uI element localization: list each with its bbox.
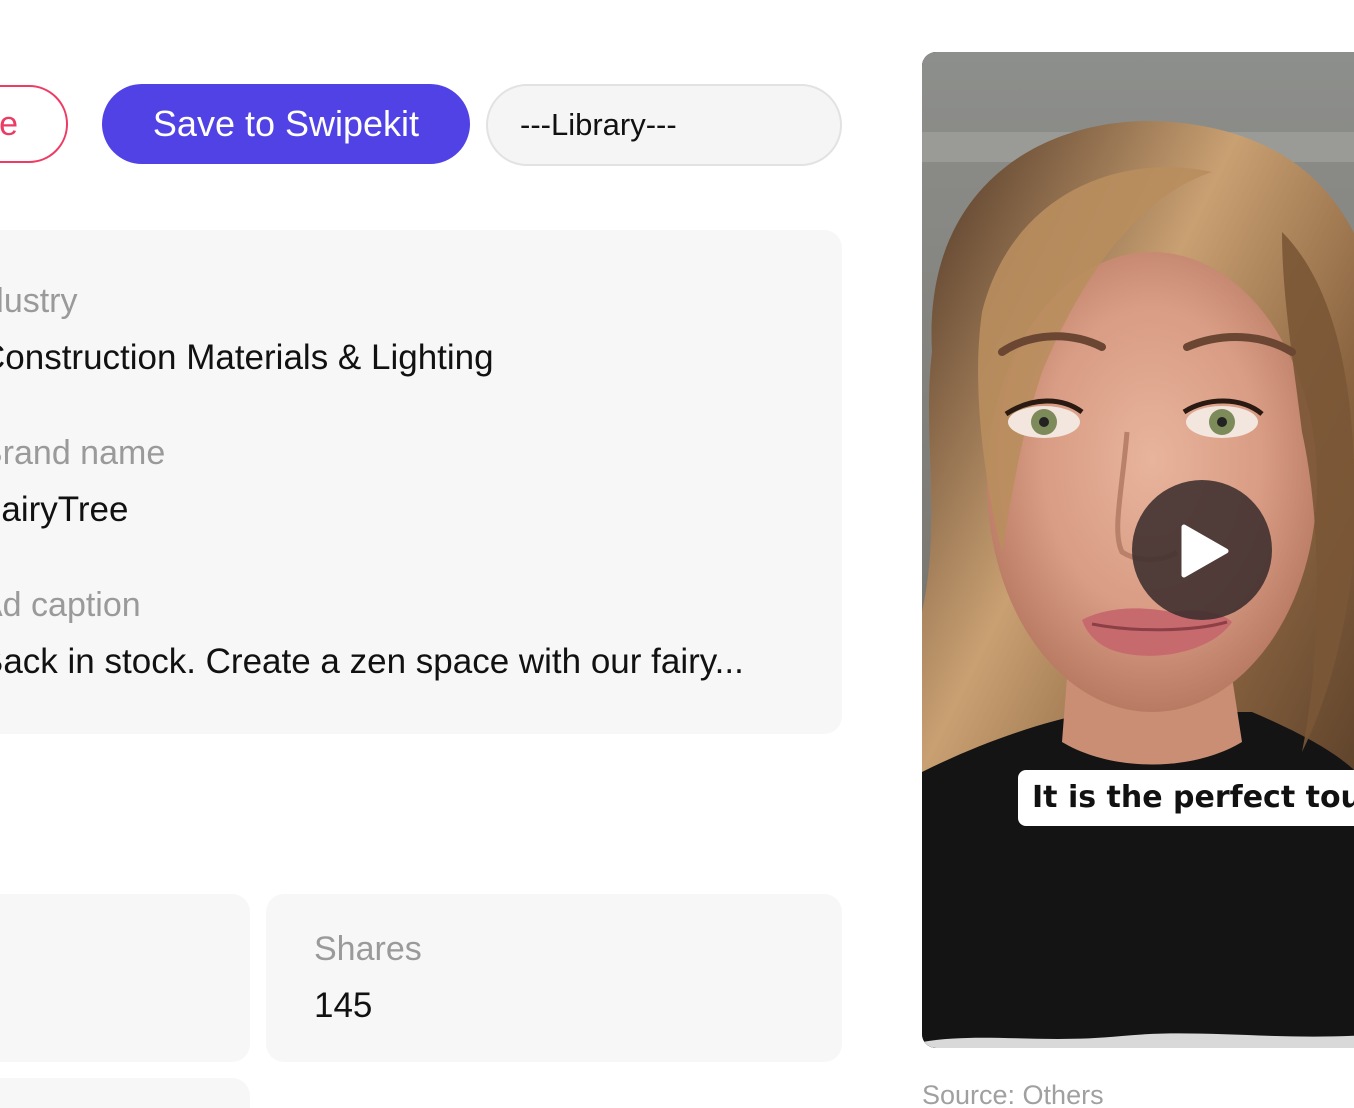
- stat-card-empty: [0, 894, 250, 1062]
- industry-value: Construction Materials & Lighting: [0, 338, 494, 377]
- partial-action-button[interactable]: e: [0, 85, 68, 163]
- industry-label: ndustry: [0, 282, 78, 320]
- shares-stat-card: Shares 145: [266, 894, 842, 1062]
- source-text: Source: Others: [922, 1080, 1104, 1108]
- ad-caption-label: Ad caption: [0, 586, 141, 624]
- shares-label: Shares: [314, 930, 422, 968]
- ad-video-player[interactable]: It is the perfect touch: [922, 52, 1354, 1048]
- play-button[interactable]: [1132, 480, 1272, 620]
- stat-card-next: [0, 1078, 250, 1108]
- ad-detail-page: e Save to Swipekit ---Library--- ndustry…: [0, 0, 1354, 1108]
- library-select[interactable]: ---Library---: [486, 84, 842, 166]
- shares-value: 145: [314, 986, 373, 1025]
- brand-name-value: FairyTree: [0, 490, 129, 529]
- play-icon: [1181, 524, 1229, 578]
- ad-details-card: ndustry Construction Materials & Lightin…: [0, 230, 842, 734]
- brand-name-label: Brand name: [0, 434, 166, 472]
- ad-caption-value: Back in stock. Create a zen space with o…: [0, 642, 744, 681]
- save-to-swipekit-button[interactable]: Save to Swipekit: [102, 84, 470, 164]
- video-subtitle: It is the perfect touch: [1018, 770, 1354, 826]
